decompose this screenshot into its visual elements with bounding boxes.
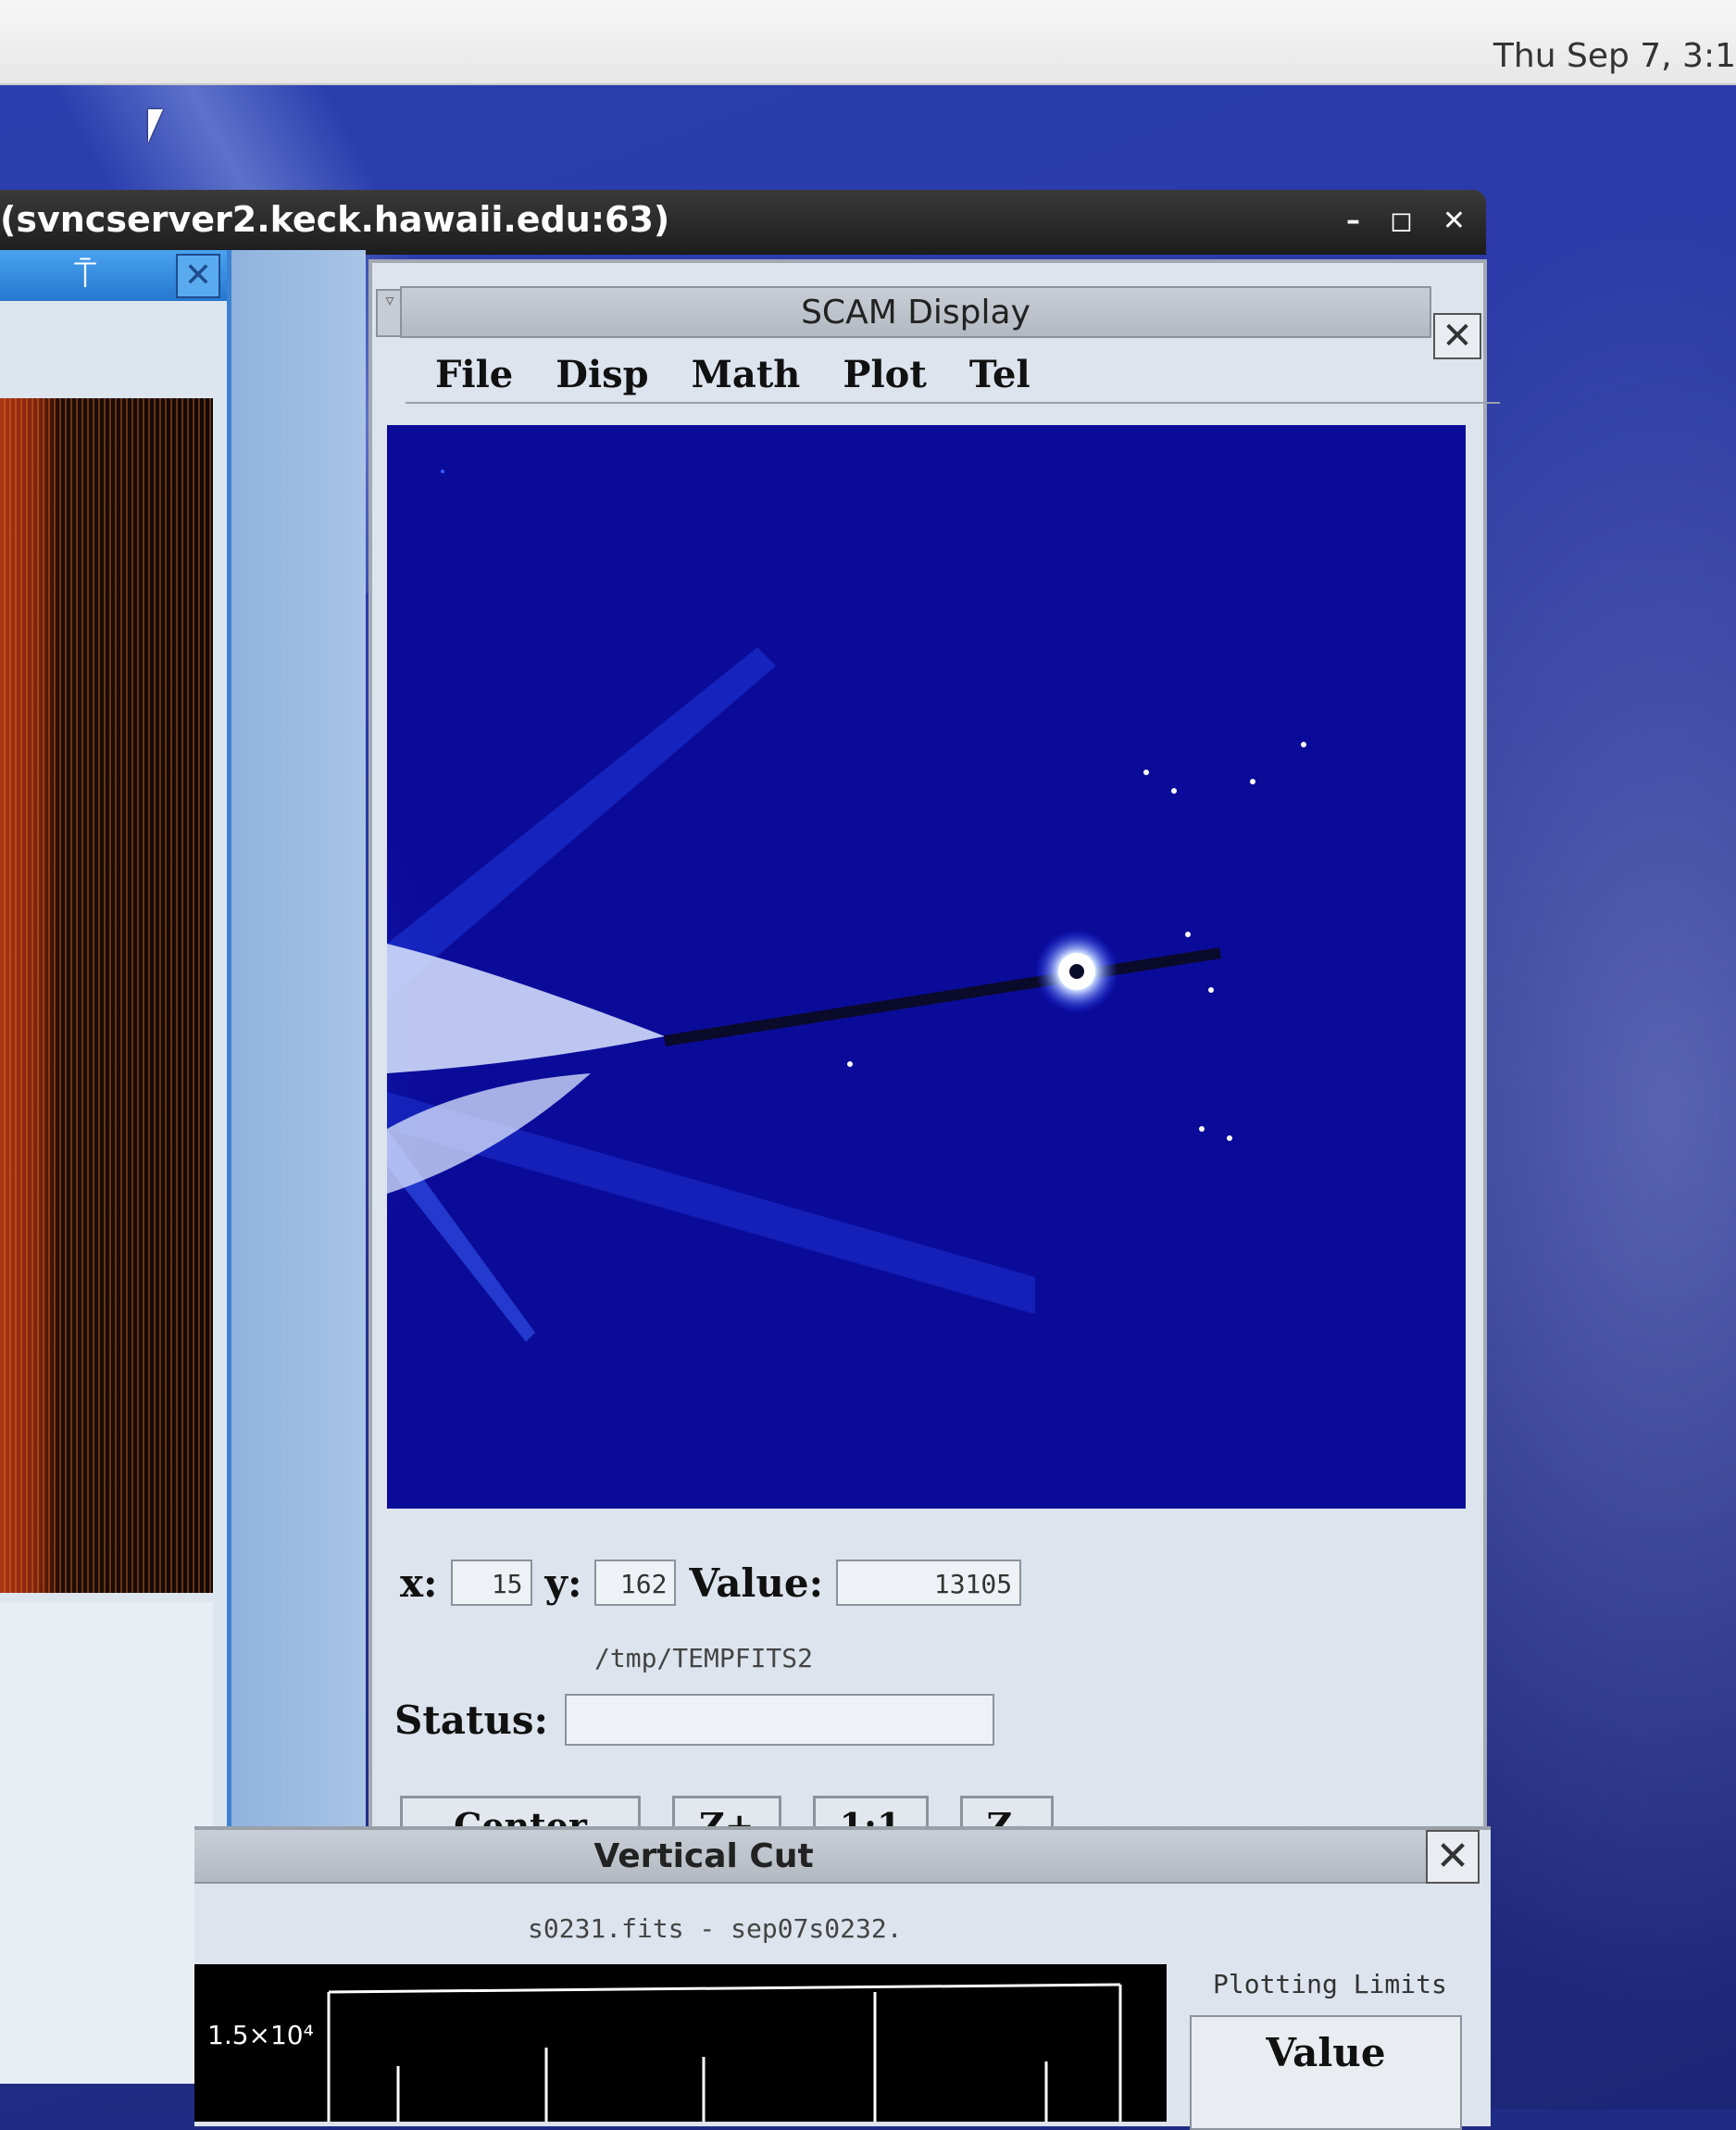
menu-tel[interactable]: Tel xyxy=(969,353,1030,396)
y-label: y: xyxy=(544,1560,582,1606)
vnc-title: (svncserver2.keck.hawaii.edu:63) xyxy=(0,199,670,240)
status-row: Status: xyxy=(394,1694,995,1746)
left-window: ⍑ ✕ xyxy=(0,250,232,2084)
star-dot xyxy=(1250,779,1255,784)
close-icon[interactable]: ✕ xyxy=(1426,1830,1480,1884)
menu-disp[interactable]: Disp xyxy=(556,353,648,396)
close-icon[interactable]: ✕ xyxy=(176,254,220,298)
vertical-cut-title: Vertical Cut xyxy=(593,1837,814,1875)
star-dot xyxy=(441,470,444,473)
occulted-core xyxy=(1069,964,1084,979)
x-field[interactable]: 15 xyxy=(450,1560,532,1606)
status-field[interactable] xyxy=(565,1694,995,1746)
menu-file[interactable]: File xyxy=(435,353,513,396)
value-label: Value: xyxy=(689,1560,824,1606)
left-window-panel xyxy=(0,1602,213,2084)
star-dot xyxy=(1171,788,1177,794)
left-spectrum-image xyxy=(0,398,213,1593)
plotting-limits-box: Value xyxy=(1190,2015,1462,2130)
x-label: x: xyxy=(400,1560,438,1606)
top-axis xyxy=(328,1983,1121,1994)
star-dot xyxy=(1185,932,1191,937)
maximize-icon[interactable]: ◻ xyxy=(1390,203,1413,240)
menu-plot[interactable]: Plot xyxy=(843,353,926,396)
plotting-limits-label: Plotting Limits xyxy=(1213,1969,1447,1999)
star-dot xyxy=(1227,1135,1232,1141)
star-dot xyxy=(1208,987,1214,993)
cut-plot[interactable]: 1.5×10⁴ xyxy=(194,1964,1167,2122)
cursor-readout: x: 15 y: 162 Value: 13105 xyxy=(400,1555,1022,1610)
clock[interactable]: Thu Sep 7, 3:1 xyxy=(1493,37,1736,75)
close-icon[interactable]: ✕ xyxy=(1443,203,1466,240)
y-field[interactable]: 162 xyxy=(594,1560,677,1606)
left-window-titlebar[interactable]: ⍑ ✕ xyxy=(0,250,227,301)
vnc-window-controls: – ◻ ✕ xyxy=(1346,203,1466,240)
minimize-icon[interactable]: – xyxy=(1346,203,1360,240)
vertical-cut-file: s0231.fits - sep07s0232. xyxy=(528,1913,903,1944)
star-dot xyxy=(847,1061,853,1067)
status-label: Status: xyxy=(394,1697,549,1743)
mouse-cursor-icon xyxy=(148,109,163,143)
background-window-edge xyxy=(231,250,366,1852)
vnc-window-titlebar[interactable]: (svncserver2.keck.hawaii.edu:63) – ◻ ✕ xyxy=(0,190,1486,255)
menu-math[interactable]: Math xyxy=(692,353,801,396)
scam-titlebar[interactable]: SCAM Display xyxy=(400,286,1431,338)
star-dot xyxy=(1143,770,1149,775)
vertical-cut-titlebar[interactable]: Vertical Cut xyxy=(194,1830,1440,1884)
scam-title: SCAM Display xyxy=(801,294,1030,332)
image-display[interactable] xyxy=(387,425,1466,1509)
current-file: /tmp/TEMPFITS2 xyxy=(594,1643,814,1673)
value-field[interactable]: 13105 xyxy=(836,1560,1022,1606)
star-dot xyxy=(1199,1126,1205,1132)
menu-bar: File Disp Math Plot Tel xyxy=(406,346,1500,404)
top-panel: Thu Sep 7, 3:1 xyxy=(0,0,1736,85)
plot-frame xyxy=(327,1983,1122,2122)
value-header: Value xyxy=(1266,2030,1386,2075)
vertical-cut-window: Vertical Cut ✕ s0231.fits - sep07s0232. … xyxy=(194,1826,1491,2130)
pin-icon[interactable]: ⍑ xyxy=(74,254,96,296)
astronomy-image xyxy=(387,425,1466,1509)
scam-display-window: ▿ SCAM Display ✕ File Disp Math Plot Tel xyxy=(368,259,1500,1860)
star-dot xyxy=(1301,742,1306,747)
